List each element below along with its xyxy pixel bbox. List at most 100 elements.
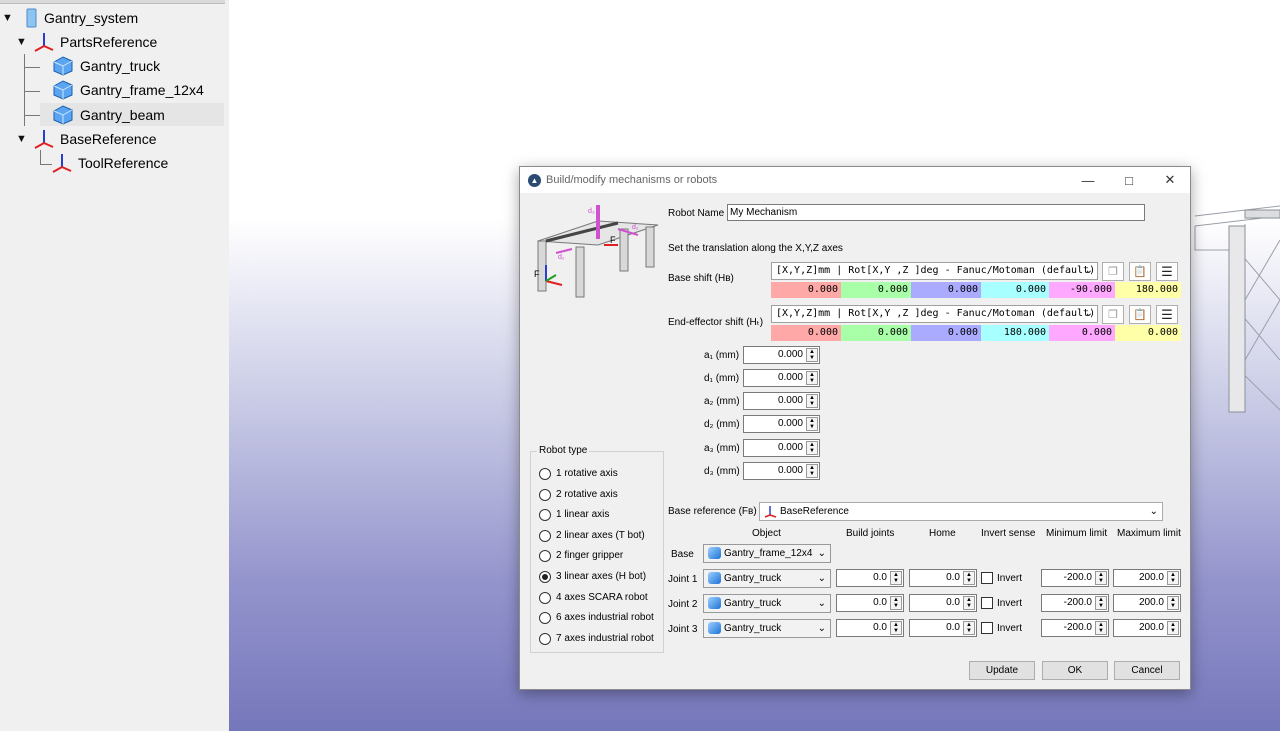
tool-shift-format-select[interactable]: [X,Y,Z]mm | Rot[X,Y ,Z ]deg - Fanuc/Moto… (771, 305, 1098, 323)
joint-invert-checkbox[interactable] (981, 597, 993, 609)
robot-type-radio[interactable] (539, 591, 551, 604)
tree-item-gantry-frame[interactable]: Gantry_frame_12x4 (52, 79, 204, 101)
spin-arrows-icon[interactable]: ▲ ▼ (806, 371, 818, 385)
base-reference-select[interactable]: BaseReference ⌄ (759, 502, 1163, 521)
param-d3-spinbox[interactable]: 0.000 ▲ ▼ (743, 462, 820, 480)
joint-home-spinbox[interactable]: 0.0 ▲ ▼ (909, 619, 977, 637)
base-shift-ry[interactable]: -90.000 (1049, 282, 1115, 298)
menu-icon[interactable]: ☰ (1156, 305, 1178, 324)
copy-icon[interactable]: ❐ (1102, 262, 1124, 281)
tool-shift-rx[interactable]: 180.000 (981, 325, 1049, 341)
param-a3-spinbox[interactable]: 0.000 ▲ ▼ (743, 439, 820, 457)
joint-build-spinbox[interactable]: 0.0 ▲ ▼ (836, 569, 904, 587)
spin-value: -200.0 (1063, 622, 1092, 633)
joint-max-spinbox[interactable]: 200.0 ▲ ▼ (1113, 619, 1181, 637)
tool-shift-x[interactable]: 0.000 (771, 325, 841, 341)
base-shift-z[interactable]: 0.000 (911, 282, 981, 298)
tool-shift-ry[interactable]: 0.000 (1049, 325, 1115, 341)
collapse-arrow-icon[interactable]: ▼ (16, 36, 28, 48)
tree-item-gantry-system[interactable]: ▼ Gantry_system (2, 7, 138, 29)
spin-arrows-icon[interactable]: ▲ ▼ (806, 464, 818, 478)
joint-min-spinbox[interactable]: -200.0 ▲ ▼ (1041, 594, 1109, 612)
robot-type-option-label[interactable]: 6 axes industrial robot (556, 612, 654, 623)
spin-arrows-icon[interactable]: ▲ ▼ (963, 621, 975, 635)
robot-type-option-label[interactable]: 2 rotative axis (556, 489, 618, 500)
joint-max-spinbox[interactable]: 200.0 ▲ ▼ (1113, 569, 1181, 587)
joint-min-spinbox[interactable]: -200.0 ▲ ▼ (1041, 619, 1109, 637)
paste-icon[interactable]: 📋 (1129, 262, 1151, 281)
joint-min-spinbox[interactable]: -200.0 ▲ ▼ (1041, 569, 1109, 587)
spin-arrows-icon[interactable]: ▲ ▼ (806, 417, 818, 431)
spin-arrows-icon[interactable]: ▲ ▼ (890, 596, 902, 610)
robot-type-radio[interactable] (539, 488, 551, 501)
robot-type-option-label[interactable]: 1 linear axis (556, 509, 609, 520)
param-d1-spinbox[interactable]: 0.000 ▲ ▼ (743, 369, 820, 387)
tool-shift-z[interactable]: 0.000 (911, 325, 981, 341)
spin-arrows-icon[interactable]: ▲ ▼ (1095, 596, 1107, 610)
spin-arrows-icon[interactable]: ▲ ▼ (1095, 571, 1107, 585)
spin-arrows-icon[interactable]: ▲ ▼ (1095, 621, 1107, 635)
joint-build-spinbox[interactable]: 0.0 ▲ ▼ (836, 619, 904, 637)
param-a1-spinbox[interactable]: 0.000 ▲ ▼ (743, 346, 820, 364)
robot-type-radio[interactable] (539, 468, 551, 480)
robot-type-option-label[interactable]: 1 rotative axis (556, 468, 618, 479)
update-button[interactable]: Update (969, 661, 1035, 680)
param-d2-spinbox[interactable]: 0.000 ▲ ▼ (743, 415, 820, 433)
spin-arrows-icon[interactable]: ▲ ▼ (1167, 596, 1179, 610)
maximize-button[interactable]: □ (1109, 167, 1149, 193)
robot-type-radio[interactable] (539, 571, 551, 583)
spin-arrows-icon[interactable]: ▲ ▼ (890, 571, 902, 585)
joint-invert-checkbox[interactable] (981, 572, 993, 584)
robot-type-option-label[interactable]: 2 finger gripper (556, 550, 623, 561)
robot-type-option-label[interactable]: 7 axes industrial robot (556, 633, 654, 644)
paste-icon[interactable]: 📋 (1129, 305, 1151, 324)
robot-name-input[interactable]: My Mechanism (727, 204, 1145, 221)
tool-shift-y[interactable]: 0.000 (841, 325, 911, 341)
diagram-label-d1: d₁ (558, 254, 565, 261)
tree-item-tool-reference[interactable]: ToolReference (52, 152, 168, 174)
base-shift-rx[interactable]: 0.000 (981, 282, 1049, 298)
spin-arrows-icon[interactable]: ▲ ▼ (963, 596, 975, 610)
robot-type-radio[interactable] (539, 529, 551, 542)
base-shift-format-select[interactable]: [X,Y,Z]mm | Rot[X,Y ,Z ]deg - Fanuc/Moto… (771, 262, 1098, 280)
base-shift-x[interactable]: 0.000 (771, 282, 841, 298)
spin-arrows-icon[interactable]: ▲ ▼ (890, 621, 902, 635)
spin-arrows-icon[interactable]: ▲ ▼ (806, 441, 818, 455)
close-button[interactable]: ✕ (1150, 167, 1190, 193)
minimize-button[interactable]: — (1068, 167, 1108, 193)
robot-type-option-label[interactable]: 3 linear axes (H bot) (556, 571, 646, 582)
joint-max-spinbox[interactable]: 200.0 ▲ ▼ (1113, 594, 1181, 612)
dialog-title-bar[interactable]: ▲ Build/modify mechanisms or robots — □ … (520, 167, 1190, 193)
joint-invert-checkbox[interactable] (981, 622, 993, 634)
base-shift-rz[interactable]: 180.000 (1115, 282, 1181, 298)
copy-icon[interactable]: ❐ (1102, 305, 1124, 324)
joint-build-spinbox[interactable]: 0.0 ▲ ▼ (836, 594, 904, 612)
spin-arrows-icon[interactable]: ▲ ▼ (1167, 571, 1179, 585)
base-shift-y[interactable]: 0.000 (841, 282, 911, 298)
spin-value: 0.0 (873, 572, 887, 583)
menu-icon[interactable]: ☰ (1156, 262, 1178, 281)
base-object-select[interactable]: Gantry_frame_12x4 ⌄ (703, 544, 831, 563)
joint-home-spinbox[interactable]: 0.0 ▲ ▼ (909, 569, 977, 587)
tool-shift-rz[interactable]: 0.000 (1115, 325, 1181, 341)
spin-arrows-icon[interactable]: ▲ ▼ (806, 348, 818, 362)
joint-home-spinbox[interactable]: 0.0 ▲ ▼ (909, 594, 977, 612)
robot-type-option-label[interactable]: 2 linear axes (T bot) (556, 530, 645, 541)
param-a2-spinbox[interactable]: 0.000 ▲ ▼ (743, 392, 820, 410)
robot-type-radio[interactable] (539, 632, 551, 645)
ok-button[interactable]: OK (1042, 661, 1108, 680)
robot-type-option-label[interactable]: 4 axes SCARA robot (556, 592, 648, 603)
tree-item-gantry-truck[interactable]: Gantry_truck (52, 55, 160, 77)
collapse-arrow-icon[interactable]: ▼ (2, 12, 14, 24)
spin-arrows-icon[interactable]: ▲ ▼ (963, 571, 975, 585)
spin-arrows-icon[interactable]: ▲ ▼ (806, 394, 818, 408)
tree-item-parts-reference[interactable]: ▼ PartsReference (16, 31, 157, 53)
joint-object-select[interactable]: Gantry_truck ⌄ (703, 619, 831, 638)
tree-item-base-reference[interactable]: ▼ BaseReference (16, 128, 157, 150)
tree-item-gantry-beam[interactable]: Gantry_beam (52, 104, 165, 126)
collapse-arrow-icon[interactable]: ▼ (16, 133, 28, 145)
joint-object-select[interactable]: Gantry_truck ⌄ (703, 594, 831, 613)
spin-arrows-icon[interactable]: ▲ ▼ (1167, 621, 1179, 635)
joint-object-select[interactable]: Gantry_truck ⌄ (703, 569, 831, 588)
cancel-button[interactable]: Cancel (1114, 661, 1180, 680)
